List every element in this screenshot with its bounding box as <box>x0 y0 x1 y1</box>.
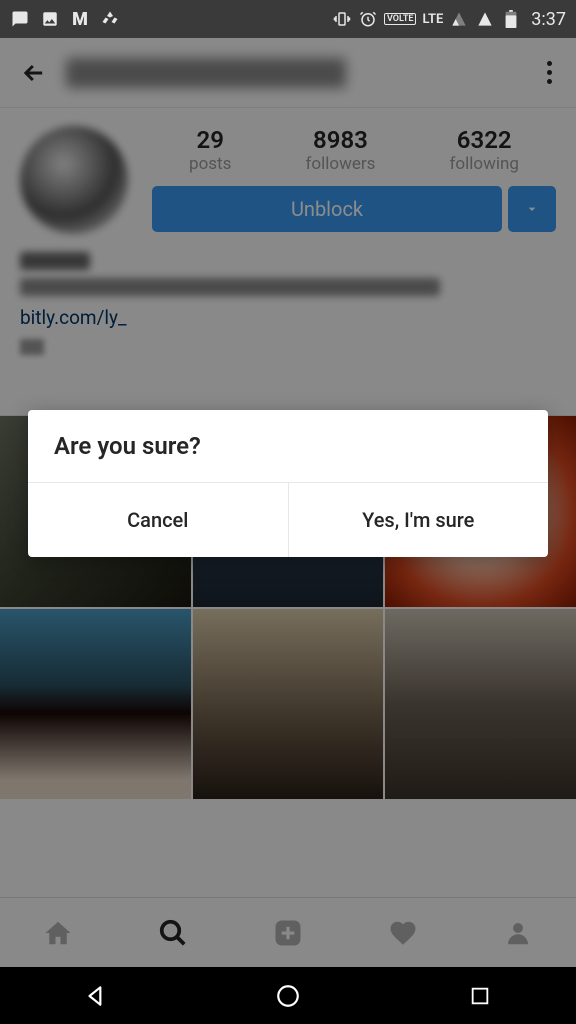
nav-add-post[interactable] <box>266 911 310 955</box>
app-header <box>0 38 576 108</box>
photo-thumbnail[interactable] <box>385 609 576 800</box>
profile-bio-link[interactable]: bitly.com/ly_ <box>20 306 556 329</box>
nav-home[interactable] <box>36 911 80 955</box>
signal-icon-1 <box>449 9 469 29</box>
android-status-bar: M VOLTE LTE 3:37 <box>0 0 576 38</box>
android-navigation-bar <box>0 967 576 1024</box>
bottom-navigation <box>0 897 576 967</box>
dialog-title: Are you sure? <box>28 410 548 483</box>
following-label: following <box>450 154 519 174</box>
photo-thumbnail[interactable] <box>0 609 191 800</box>
followers-label: followers <box>306 154 376 174</box>
profile-display-name <box>20 252 90 270</box>
followers-count: 8983 <box>306 126 376 154</box>
notification-image-icon <box>40 9 60 29</box>
notification-text-icon <box>10 9 30 29</box>
notification-cloud-icon <box>100 9 120 29</box>
nav-search[interactable] <box>151 911 195 955</box>
confirm-button[interactable]: Yes, I'm sure <box>289 483 549 557</box>
confirmation-dialog: Are you sure? Cancel Yes, I'm sure <box>28 410 548 557</box>
lte-indicator: LTE <box>422 12 443 27</box>
posts-count: 29 <box>189 126 231 154</box>
profile-avatar[interactable] <box>20 126 128 234</box>
posts-label: posts <box>189 154 231 174</box>
suggestions-dropdown-button[interactable] <box>508 186 556 232</box>
battery-icon <box>501 9 521 29</box>
volte-badge: VOLTE <box>384 13 416 25</box>
clock-time: 3:37 <box>531 9 566 30</box>
nav-profile[interactable] <box>496 911 540 955</box>
unblock-button[interactable]: Unblock <box>152 186 502 232</box>
profile-bio-text <box>20 278 440 296</box>
vibrate-icon <box>332 9 352 29</box>
alarm-icon <box>358 9 378 29</box>
following-stat[interactable]: 6322 following <box>450 126 519 174</box>
profile-username <box>66 58 346 88</box>
notification-m-icon: M <box>70 9 90 29</box>
android-home-button[interactable] <box>263 976 313 1016</box>
nav-activity[interactable] <box>381 911 425 955</box>
photo-thumbnail[interactable] <box>193 609 384 800</box>
options-menu-button[interactable] <box>539 53 560 92</box>
posts-stat[interactable]: 29 posts <box>189 126 231 174</box>
back-button[interactable] <box>16 55 52 91</box>
followed-by-text <box>20 339 44 355</box>
android-back-button[interactable] <box>71 976 121 1016</box>
android-recents-button[interactable] <box>455 976 505 1016</box>
followers-stat[interactable]: 8983 followers <box>306 126 376 174</box>
following-count: 6322 <box>450 126 519 154</box>
cancel-button[interactable]: Cancel <box>28 483 289 557</box>
signal-icon-2 <box>475 9 495 29</box>
